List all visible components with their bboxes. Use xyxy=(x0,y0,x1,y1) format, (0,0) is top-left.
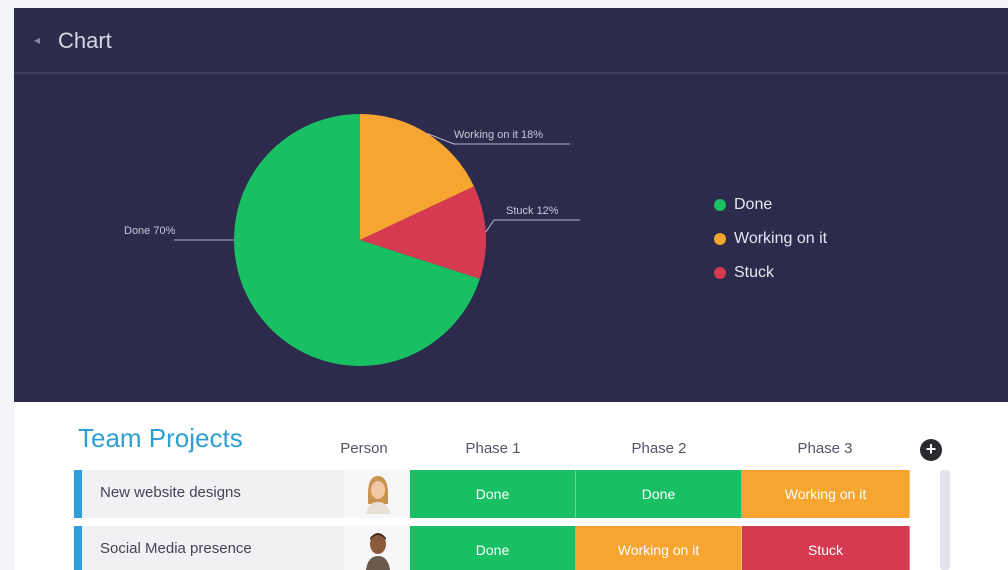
chart-legend: Done Working on it Stuck xyxy=(714,188,827,290)
legend-label: Working on it xyxy=(734,230,828,247)
legend-dot-working xyxy=(714,233,726,245)
legend-dot-done xyxy=(714,199,726,211)
row-accent xyxy=(74,526,82,570)
legend-label: Done xyxy=(734,196,773,213)
status-cell-phase-2[interactable]: Done xyxy=(576,470,742,518)
table-row[interactable]: Social Media presence Done Working on it… xyxy=(74,526,910,570)
legend-dot-stuck xyxy=(714,267,726,279)
status-cell-phase-1[interactable]: Done xyxy=(410,470,576,518)
legend-item-working[interactable]: Working on it xyxy=(714,222,827,256)
pie-chart: Done 70% Working on it 18% Stuck 12% xyxy=(124,114,580,367)
table-title: Team Projects xyxy=(78,423,243,453)
add-column-button[interactable]: + xyxy=(920,439,942,461)
row-name: Social Media presence xyxy=(100,540,252,557)
team-projects-table: Team Projects Person Phase 1 Phase 2 Pha… xyxy=(14,402,1008,570)
column-header-person[interactable]: Person xyxy=(334,440,394,457)
female-avatar-icon xyxy=(366,476,390,514)
row-name: New website designs xyxy=(100,484,241,501)
legend-label: Stuck xyxy=(734,264,775,281)
row-accent xyxy=(74,470,82,518)
slice-label-working: Working on it 18% xyxy=(454,129,543,141)
chart-panel: ◂ Chart Done 70% Working on it 18% Stuck… xyxy=(14,8,1008,402)
leader-line-stuck xyxy=(485,219,495,233)
status-cell-phase-1[interactable]: Done xyxy=(410,526,576,570)
table-scrollbar[interactable] xyxy=(940,470,950,570)
column-header-phase-2[interactable]: Phase 2 xyxy=(576,440,742,457)
status-cell-phase-2[interactable]: Working on it xyxy=(576,526,742,570)
status-cell-phase-3[interactable]: Stuck xyxy=(742,526,910,570)
status-cell-phase-3[interactable]: Working on it xyxy=(742,470,910,518)
table-row[interactable]: New website designs Done Done Working on… xyxy=(74,470,910,518)
person-cell[interactable] xyxy=(344,470,410,518)
dashboard-frame: ◂ Chart Done 70% Working on it 18% Stuck… xyxy=(0,0,1008,570)
male-avatar-icon xyxy=(366,533,390,570)
column-header-phase-3[interactable]: Phase 3 xyxy=(742,440,908,457)
person-cell[interactable] xyxy=(344,526,410,570)
row-name-cell[interactable]: New website designs xyxy=(82,470,344,518)
slice-label-done: Done 70% xyxy=(124,225,176,237)
legend-item-stuck[interactable]: Stuck xyxy=(714,256,827,290)
row-name-cell[interactable]: Social Media presence xyxy=(82,526,344,570)
plus-icon: + xyxy=(925,439,937,459)
legend-item-done[interactable]: Done xyxy=(714,188,827,222)
column-header-phase-1[interactable]: Phase 1 xyxy=(410,440,576,457)
slice-label-stuck: Stuck 12% xyxy=(506,205,559,217)
